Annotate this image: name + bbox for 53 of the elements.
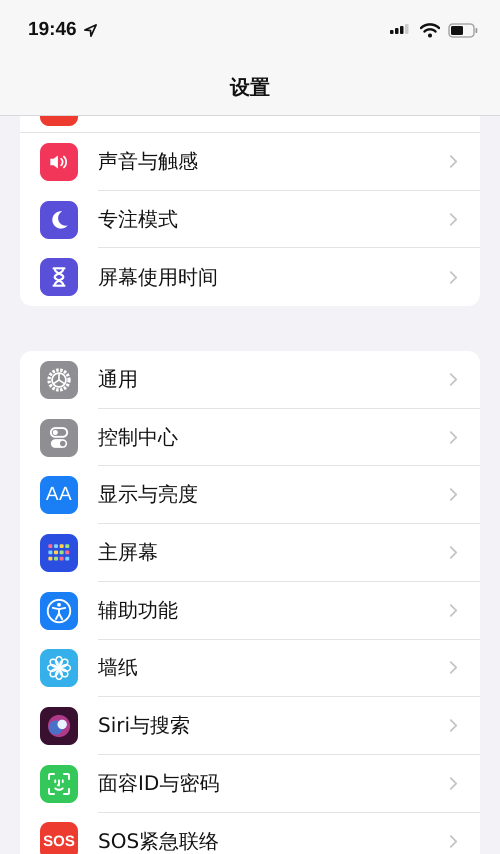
app-grid-icon — [40, 534, 78, 572]
chevron-icon — [449, 718, 458, 734]
chevron-icon — [449, 776, 458, 791]
accessibility-icon — [40, 592, 78, 630]
settings-row[interactable]: 主屏幕 — [20, 524, 480, 582]
row-label: 控制中心 — [98, 424, 179, 451]
row-label: 主屏幕 — [98, 538, 159, 566]
settings-row[interactable]: SOS SOS紧急联络 — [20, 812, 480, 854]
chevron-icon — [449, 834, 458, 849]
status-time: 19:46 — [28, 19, 77, 41]
row-label: 屏幕使用时间 — [98, 264, 219, 291]
orb-icon — [40, 707, 78, 746]
chevron-icon — [449, 487, 458, 502]
settings-row[interactable]: 专注模式 — [20, 190, 480, 248]
row-label: 声音与触感 — [98, 148, 199, 175]
moon-icon — [40, 200, 78, 239]
settings-row[interactable]: Siri与搜索 — [20, 697, 480, 755]
chevron-icon — [449, 544, 458, 560]
row-label: 通用 — [98, 366, 139, 393]
settings-row[interactable]: 辅助功能 — [20, 582, 480, 640]
row-label: 墙纸 — [98, 654, 139, 682]
settings-row[interactable]: 屏幕使用时间 — [20, 248, 480, 306]
row-label: 辅助功能 — [98, 596, 179, 624]
chevron-icon — [449, 602, 458, 618]
gear-icon — [40, 360, 78, 399]
sos-icon: SOS — [40, 822, 78, 854]
display-icon: AA — [40, 476, 78, 514]
settings-row[interactable]: 墙纸 — [20, 640, 480, 698]
toggles-icon — [40, 418, 78, 457]
chevron-icon — [449, 270, 458, 285]
flower-icon — [40, 649, 78, 688]
row-label: 显示与亮度 — [98, 481, 199, 508]
chevron-icon — [449, 430, 458, 445]
settings-row[interactable]: 面容ID与密码 — [20, 754, 480, 813]
chevron-icon — [449, 212, 458, 227]
settings-row[interactable]: 声音与触感 — [20, 133, 480, 191]
settings-row[interactable]: 控制中心 — [20, 408, 480, 466]
page-title: 设置 — [230, 74, 270, 101]
face-icon — [40, 764, 78, 803]
chevron-icon — [449, 660, 458, 676]
settings-row[interactable]: 通用 — [20, 351, 480, 409]
row-label: 面容ID与密码 — [98, 770, 220, 797]
settings-row[interactable]: AA 显示与亮度 — [20, 466, 480, 524]
row-label: Siri与搜索 — [98, 712, 192, 740]
location-arrow-icon — [82, 22, 98, 38]
wifi-icon — [420, 22, 440, 38]
row-label: 专注模式 — [98, 206, 179, 233]
speaker-icon — [40, 142, 78, 181]
hourglass-icon — [40, 258, 78, 296]
chevron-icon — [449, 372, 458, 387]
battery-icon — [448, 22, 478, 38]
chevron-icon — [449, 154, 458, 169]
row-label: SOS紧急联络 — [98, 828, 220, 854]
